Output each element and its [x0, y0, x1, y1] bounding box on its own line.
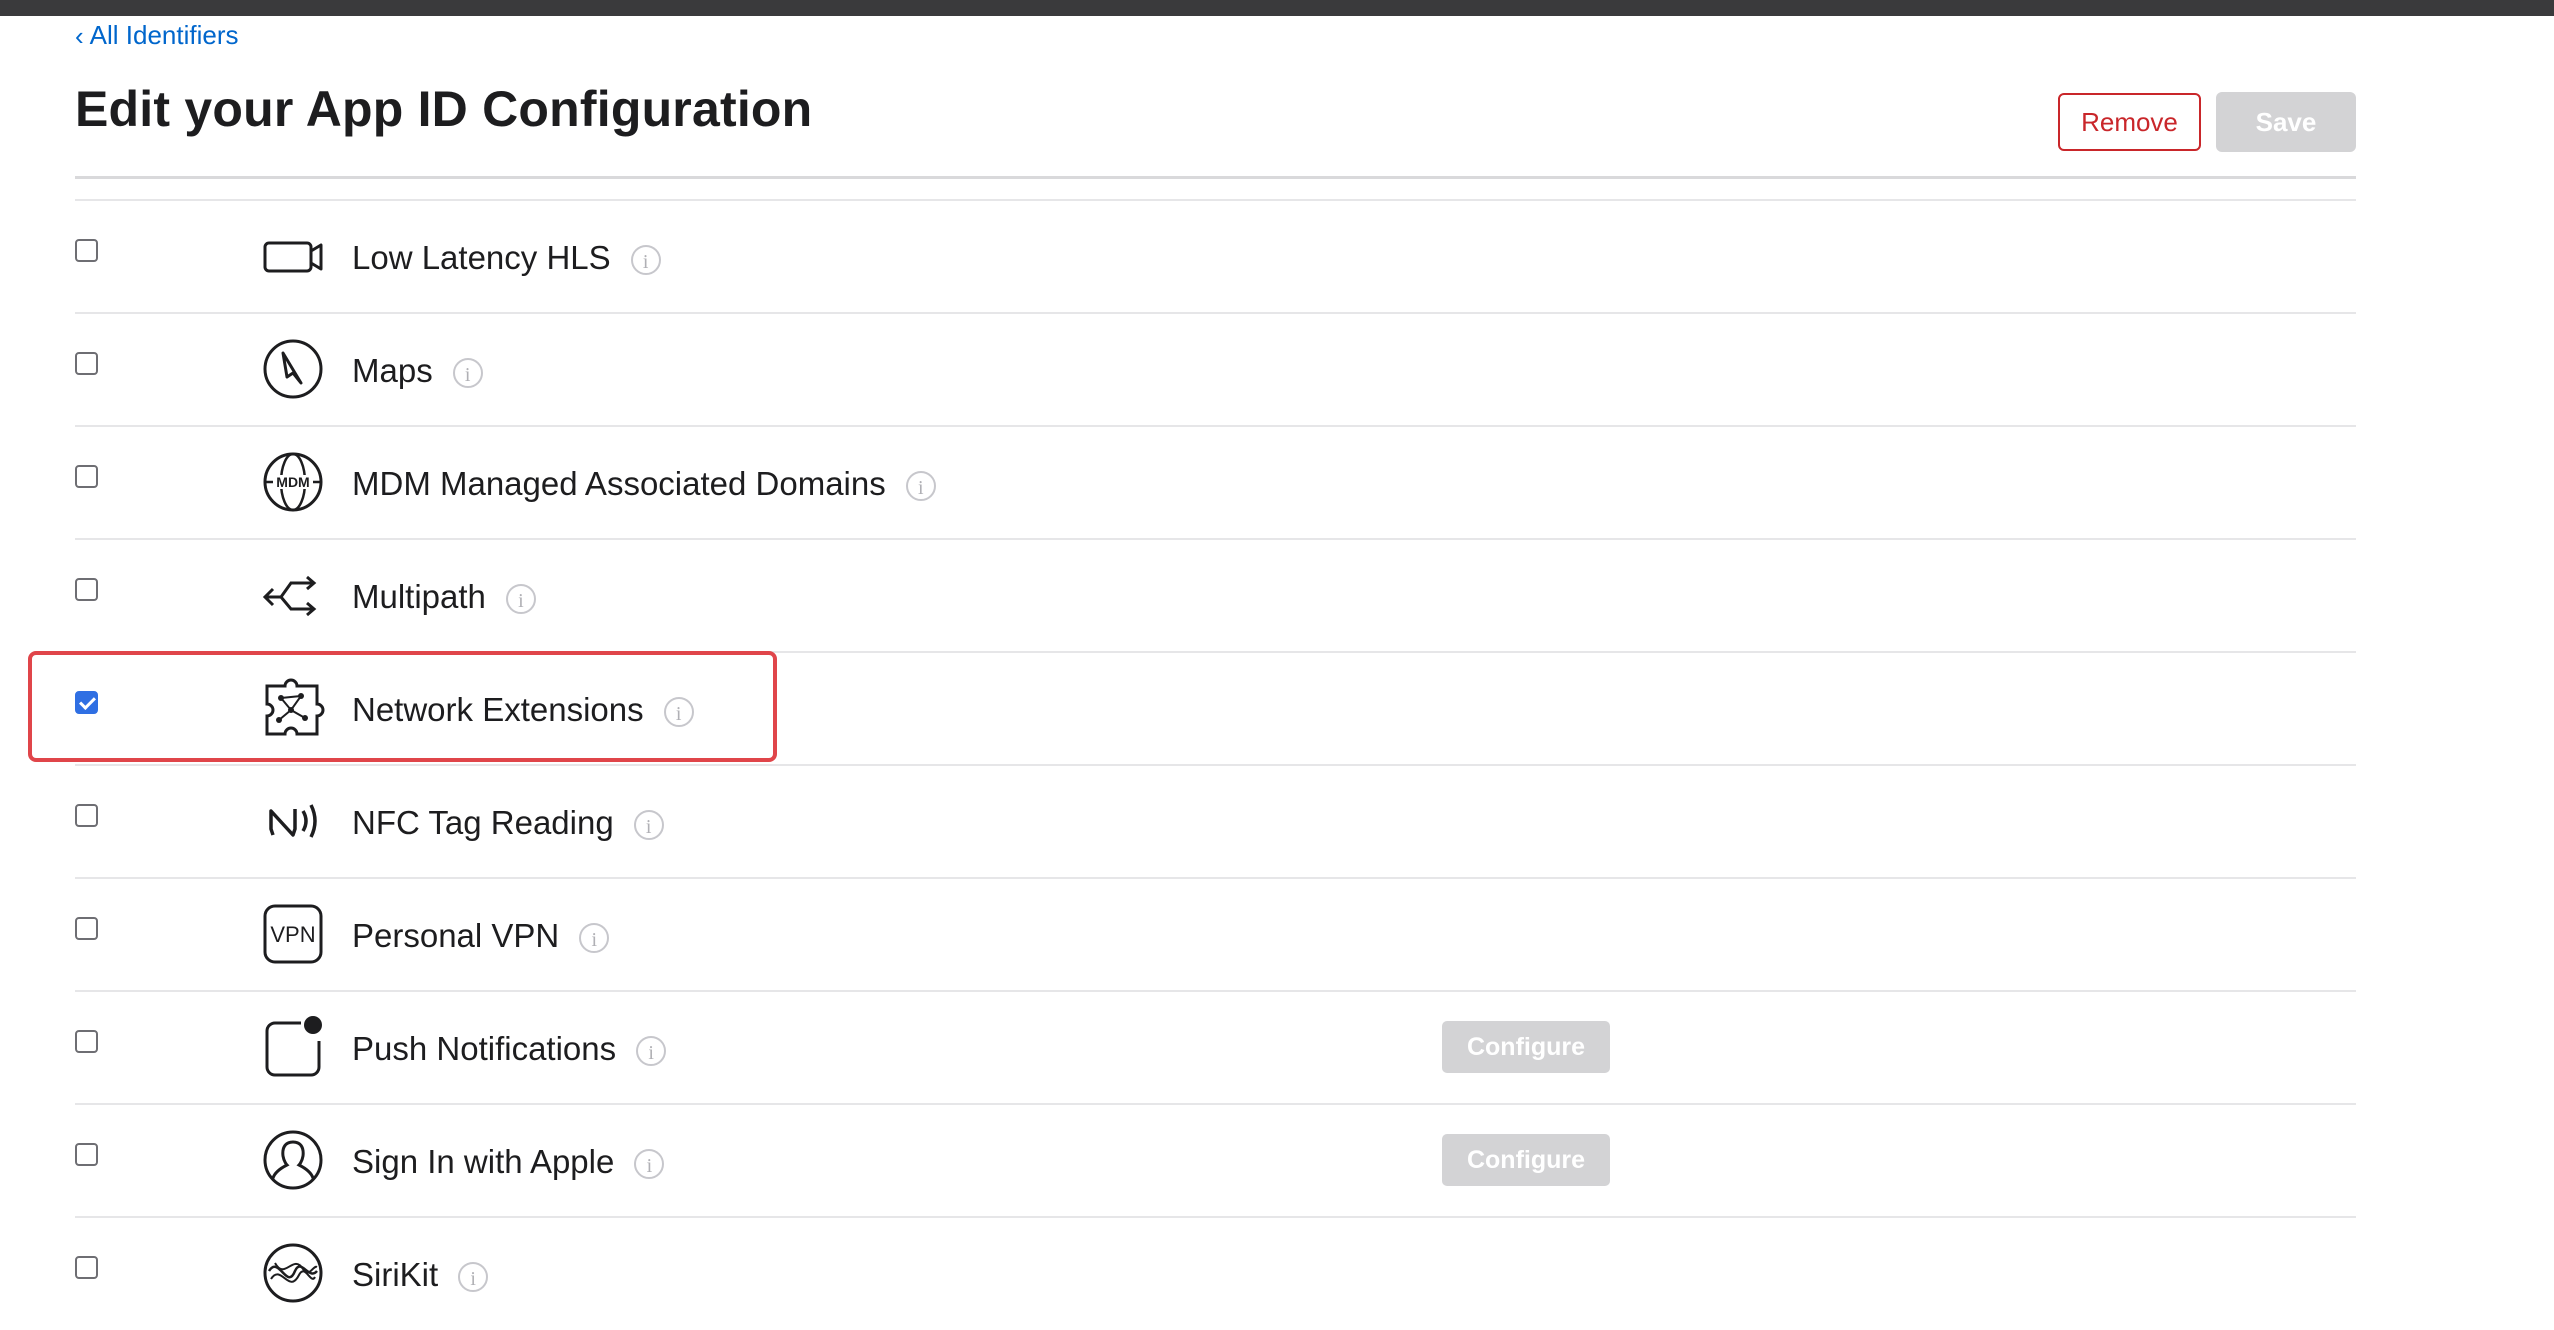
capability-label: Maps — [352, 352, 433, 389]
maps-checkbox[interactable] — [75, 352, 98, 375]
info-icon[interactable]: i — [458, 1262, 489, 1293]
info-icon[interactable]: i — [630, 245, 661, 276]
capability-label: Personal VPN — [352, 917, 560, 954]
info-icon[interactable]: i — [663, 697, 694, 728]
capability-row-network-extensions: Network Extensions i — [75, 651, 2356, 764]
vpn-icon: VPN — [261, 902, 325, 966]
browser-top-bar — [0, 0, 2554, 16]
sign-in-with-apple-configure-button[interactable]: Configure — [1442, 1134, 1610, 1186]
compass-icon — [261, 337, 325, 401]
capability-row-low-latency-hls: Low Latency HLS i — [75, 199, 2356, 312]
multipath-checkbox[interactable] — [75, 578, 98, 601]
page-title: Edit your App ID Configuration — [75, 81, 813, 137]
chevron-left-icon: ‹ — [75, 20, 84, 51]
siri-icon — [261, 1241, 325, 1305]
personal-vpn-checkbox[interactable] — [75, 917, 98, 940]
svg-text:MDM: MDM — [276, 474, 309, 490]
info-icon[interactable]: i — [579, 923, 610, 954]
info-icon[interactable]: i — [905, 471, 936, 502]
capability-row-mdm-managed-associated-domains: MDM MDM Managed Associated Domains i — [75, 425, 2356, 538]
capability-row-sirikit: SiriKit i — [75, 1216, 2356, 1329]
sirikit-checkbox[interactable] — [75, 1256, 98, 1279]
capability-label: Push Notifications — [352, 1030, 617, 1067]
capability-label: Network Extensions — [352, 691, 644, 728]
info-icon[interactable]: i — [634, 1149, 665, 1180]
capability-row-push-notifications: Push Notifications i Configure — [75, 990, 2356, 1103]
multipath-arrows-icon — [261, 563, 325, 627]
push-notifications-checkbox[interactable] — [75, 1030, 98, 1053]
header-divider — [75, 176, 2356, 179]
save-button[interactable]: Save — [2216, 92, 2356, 152]
push-notification-icon — [261, 1015, 325, 1079]
sign-in-with-apple-checkbox[interactable] — [75, 1143, 98, 1166]
nfc-icon — [261, 789, 325, 853]
nfc-tag-reading-checkbox[interactable] — [75, 804, 98, 827]
capability-row-personal-vpn: VPN Personal VPN i — [75, 877, 2356, 990]
mdm-globe-icon: MDM — [261, 450, 325, 514]
capability-label: Multipath — [352, 578, 486, 615]
remove-button[interactable]: Remove — [2058, 93, 2201, 151]
network-extensions-checkbox[interactable] — [75, 691, 98, 714]
info-icon[interactable]: i — [633, 810, 664, 841]
capability-row-nfc-tag-reading: NFC Tag Reading i — [75, 764, 2356, 877]
capability-label: SiriKit — [352, 1256, 439, 1293]
all-identifiers-link[interactable]: ‹ All Identifiers — [75, 20, 239, 51]
info-icon[interactable]: i — [636, 1036, 667, 1067]
back-link-label: All Identifiers — [89, 20, 239, 50]
capability-row-multipath: Multipath i — [75, 538, 2356, 651]
low-latency-hls-checkbox[interactable] — [75, 239, 98, 262]
mdm-domains-checkbox[interactable] — [75, 465, 98, 488]
info-icon[interactable]: i — [505, 584, 536, 615]
app-id-configuration-page: ‹ All Identifiers Edit your App ID Confi… — [0, 0, 2554, 1330]
video-camera-icon — [261, 224, 325, 288]
capability-row-sign-in-with-apple: Sign In with Apple i Configure — [75, 1103, 2356, 1216]
capability-label: NFC Tag Reading — [352, 804, 614, 841]
capabilities-list: Low Latency HLS i Maps i MDM MDM Managed A… — [75, 199, 2356, 1329]
person-circle-icon — [261, 1128, 325, 1192]
capability-label: Low Latency HLS — [352, 239, 611, 276]
capability-row-maps: Maps i — [75, 312, 2356, 425]
capability-label: Sign In with Apple — [352, 1143, 615, 1180]
push-notifications-configure-button[interactable]: Configure — [1442, 1021, 1610, 1073]
svg-text:VPN: VPN — [270, 922, 315, 947]
capability-label: MDM Managed Associated Domains — [352, 465, 886, 502]
info-icon[interactable]: i — [452, 358, 483, 389]
network-extension-icon — [261, 676, 325, 740]
